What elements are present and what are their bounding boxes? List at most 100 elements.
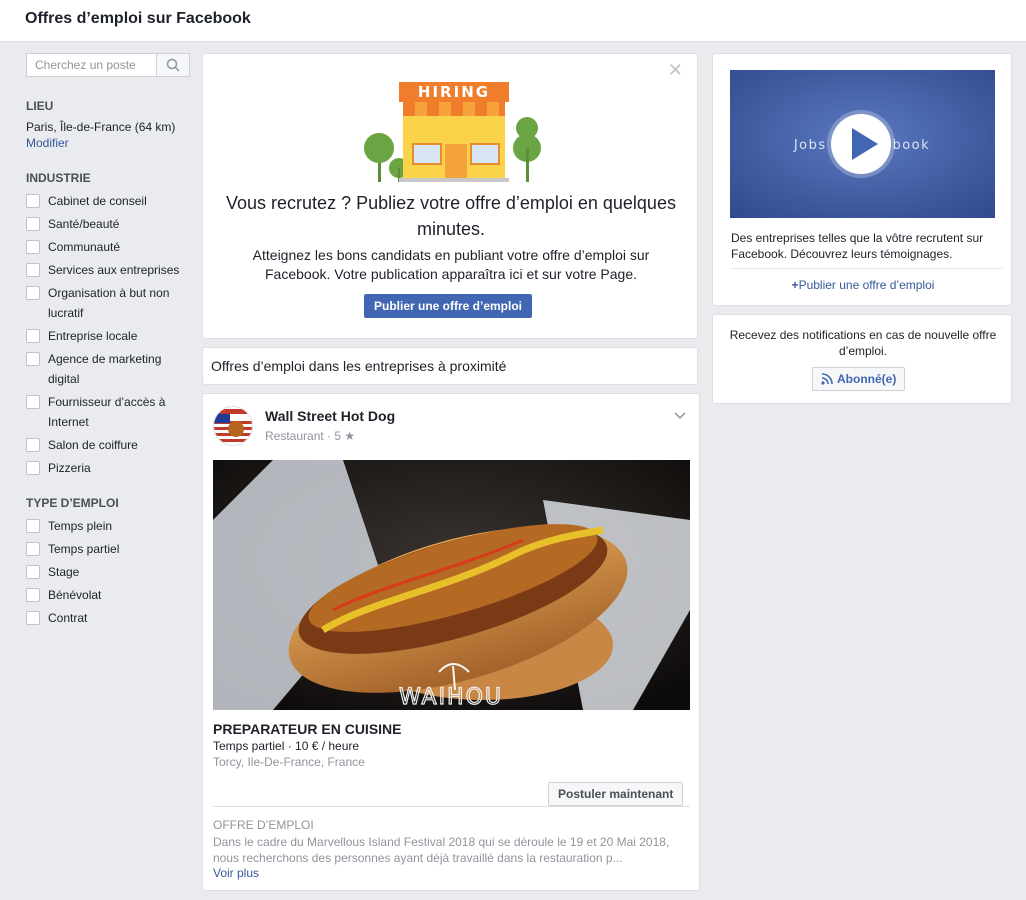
checkbox[interactable] bbox=[26, 542, 40, 556]
checkbox[interactable] bbox=[26, 395, 40, 409]
search-button[interactable] bbox=[156, 53, 190, 77]
hiring-promo-card: ✕ HIRING Vous recrutez ? Publiez votre o… bbox=[202, 53, 698, 339]
industry-section-title: INDUSTRIE bbox=[26, 171, 91, 185]
apply-now-button[interactable]: Postuler maintenant bbox=[548, 782, 684, 806]
subscribed-button[interactable]: Abonné(e) bbox=[812, 367, 906, 391]
industry-list: Cabinet de conseil Santé/beauté Communau… bbox=[26, 191, 196, 478]
location-text: Paris, Île-de-France (64 km) bbox=[26, 120, 176, 134]
industry-option[interactable]: Entreprise locale bbox=[26, 326, 196, 346]
industry-option[interactable]: Organisation à but non lucratif bbox=[26, 283, 196, 323]
offer-label: OFFRE D’EMPLOI bbox=[213, 818, 314, 832]
video-card: Jobs on Facebook Des entreprises telles … bbox=[712, 53, 1012, 306]
industry-option[interactable]: Fournisseur d’accès à Internet bbox=[26, 392, 196, 432]
checkbox[interactable] bbox=[26, 286, 40, 300]
divider bbox=[213, 806, 690, 807]
job-search-input[interactable] bbox=[26, 53, 156, 77]
checkbox[interactable] bbox=[26, 352, 40, 366]
hotdog-photo: WAIHOU bbox=[213, 460, 690, 710]
notification-text: Recevez des notifications en cas de nouv… bbox=[729, 328, 997, 358]
location-value: Paris, Île-de-France (64 km) Modifier bbox=[26, 119, 196, 151]
video-thumbnail[interactable]: Jobs on Facebook bbox=[730, 70, 995, 218]
see-more-link[interactable]: Voir plus bbox=[213, 866, 259, 880]
subscribed-label: Abonné(e) bbox=[837, 372, 897, 386]
job-type-list: Temps plein Temps partiel Stage Bénévola… bbox=[26, 516, 196, 628]
job-post-card: Wall Street Hot Dog Restaurant · 5 ★ WAI… bbox=[202, 393, 700, 891]
industry-option[interactable]: Services aux entreprises bbox=[26, 260, 196, 280]
checkbox[interactable] bbox=[26, 217, 40, 231]
option-label: Communauté bbox=[48, 240, 121, 254]
video-player: Jobs on Facebook bbox=[730, 70, 995, 218]
option-label: Temps plein bbox=[48, 519, 113, 533]
promo-body: Atteignez les bons candidats en publiant… bbox=[252, 247, 650, 282]
filter-sidebar: LIEU Paris, Île-de-France (64 km) Modifi… bbox=[26, 53, 196, 631]
checkbox[interactable] bbox=[26, 240, 40, 254]
plus-icon: + bbox=[791, 278, 799, 292]
job-title[interactable]: PREPARATEUR EN CUISINE bbox=[213, 721, 402, 737]
option-label: Bénévolat bbox=[48, 588, 102, 602]
location-section-title: LIEU bbox=[26, 99, 54, 113]
option-label: Cabinet de conseil bbox=[48, 194, 147, 208]
job-type-option[interactable]: Bénévolat bbox=[26, 585, 196, 605]
search-icon bbox=[166, 58, 180, 72]
close-icon[interactable]: ✕ bbox=[668, 60, 683, 81]
industry-option[interactable]: Pizzeria bbox=[26, 458, 196, 478]
option-label: Agence de marketing digital bbox=[48, 352, 162, 386]
option-label: Services aux entreprises bbox=[48, 263, 180, 277]
chevron-down-icon[interactable] bbox=[673, 408, 687, 422]
post-job-button[interactable]: Publier une offre d’emploi bbox=[364, 294, 533, 318]
post-job-link[interactable]: +Publier une offre d’emploi bbox=[713, 278, 1013, 292]
checkbox[interactable] bbox=[26, 438, 40, 452]
notification-card: Recevez des notifications en cas de nouv… bbox=[712, 314, 1012, 404]
business-logo bbox=[214, 407, 252, 445]
business-meta: Restaurant · 5 ★ bbox=[265, 429, 356, 443]
option-label: Salon de coiffure bbox=[48, 438, 138, 452]
job-type-option[interactable]: Stage bbox=[26, 562, 196, 582]
checkbox[interactable] bbox=[26, 519, 40, 533]
checkbox[interactable] bbox=[26, 611, 40, 625]
business-name[interactable]: Wall Street Hot Dog bbox=[265, 408, 395, 424]
option-label: Entreprise locale bbox=[48, 329, 138, 343]
option-label: Fournisseur d’accès à Internet bbox=[48, 395, 166, 429]
checkbox[interactable] bbox=[26, 194, 40, 208]
industry-option[interactable]: Agence de marketing digital bbox=[26, 349, 196, 389]
industry-option[interactable]: Santé/beauté bbox=[26, 214, 196, 234]
job-location: Torcy, Ile-De-France, France bbox=[213, 755, 365, 769]
job-type-option[interactable]: Temps partiel bbox=[26, 539, 196, 559]
job-photo[interactable]: WAIHOU bbox=[213, 460, 690, 710]
page-title: Offres d’emploi sur Facebook bbox=[25, 10, 251, 27]
job-type-option[interactable]: Contrat bbox=[26, 608, 196, 628]
business-avatar[interactable] bbox=[213, 406, 253, 446]
top-bar: Offres d’emploi sur Facebook bbox=[0, 0, 1026, 42]
checkbox[interactable] bbox=[26, 461, 40, 475]
job-search bbox=[26, 53, 196, 77]
checkbox[interactable] bbox=[26, 588, 40, 602]
checkbox[interactable] bbox=[26, 263, 40, 277]
checkbox[interactable] bbox=[26, 329, 40, 343]
post-job-link-label: Publier une offre d’emploi bbox=[798, 278, 935, 292]
video-description: Des entreprises telles que la vôtre recr… bbox=[731, 231, 984, 261]
divider bbox=[731, 268, 1003, 269]
industry-option[interactable]: Communauté bbox=[26, 237, 196, 257]
option-label: Pizzeria bbox=[48, 461, 91, 475]
photo-watermark-text: WAIHOU bbox=[399, 685, 503, 710]
promo-headline: Vous recrutez ? Publiez votre offre d’em… bbox=[226, 193, 676, 239]
option-label: Stage bbox=[48, 565, 80, 579]
rss-icon bbox=[821, 373, 833, 385]
job-description: Dans le cadre du Marvellous Island Festi… bbox=[213, 835, 670, 865]
option-label: Santé/beauté bbox=[48, 217, 120, 231]
job-type-option[interactable]: Temps plein bbox=[26, 516, 196, 536]
industry-option[interactable]: Salon de coiffure bbox=[26, 435, 196, 455]
nearby-jobs-header: Offres d’emploi dans les entreprises à p… bbox=[202, 347, 698, 385]
job-info: Temps partiel · 10 € / heure bbox=[213, 739, 360, 753]
option-label: Contrat bbox=[48, 611, 88, 625]
edit-location-link[interactable]: Modifier bbox=[26, 136, 69, 150]
nearby-jobs-title: Offres d’emploi dans les entreprises à p… bbox=[211, 358, 507, 374]
option-label: Organisation à but non lucratif bbox=[48, 286, 170, 320]
play-icon[interactable] bbox=[827, 110, 895, 178]
hiring-sign-text: HIRING bbox=[418, 83, 490, 101]
option-label: Temps partiel bbox=[48, 542, 120, 556]
industry-option[interactable]: Cabinet de conseil bbox=[26, 191, 196, 211]
job-type-section-title: TYPE D’EMPLOI bbox=[26, 496, 119, 510]
checkbox[interactable] bbox=[26, 565, 40, 579]
hiring-illustration: HIRING bbox=[364, 82, 541, 182]
